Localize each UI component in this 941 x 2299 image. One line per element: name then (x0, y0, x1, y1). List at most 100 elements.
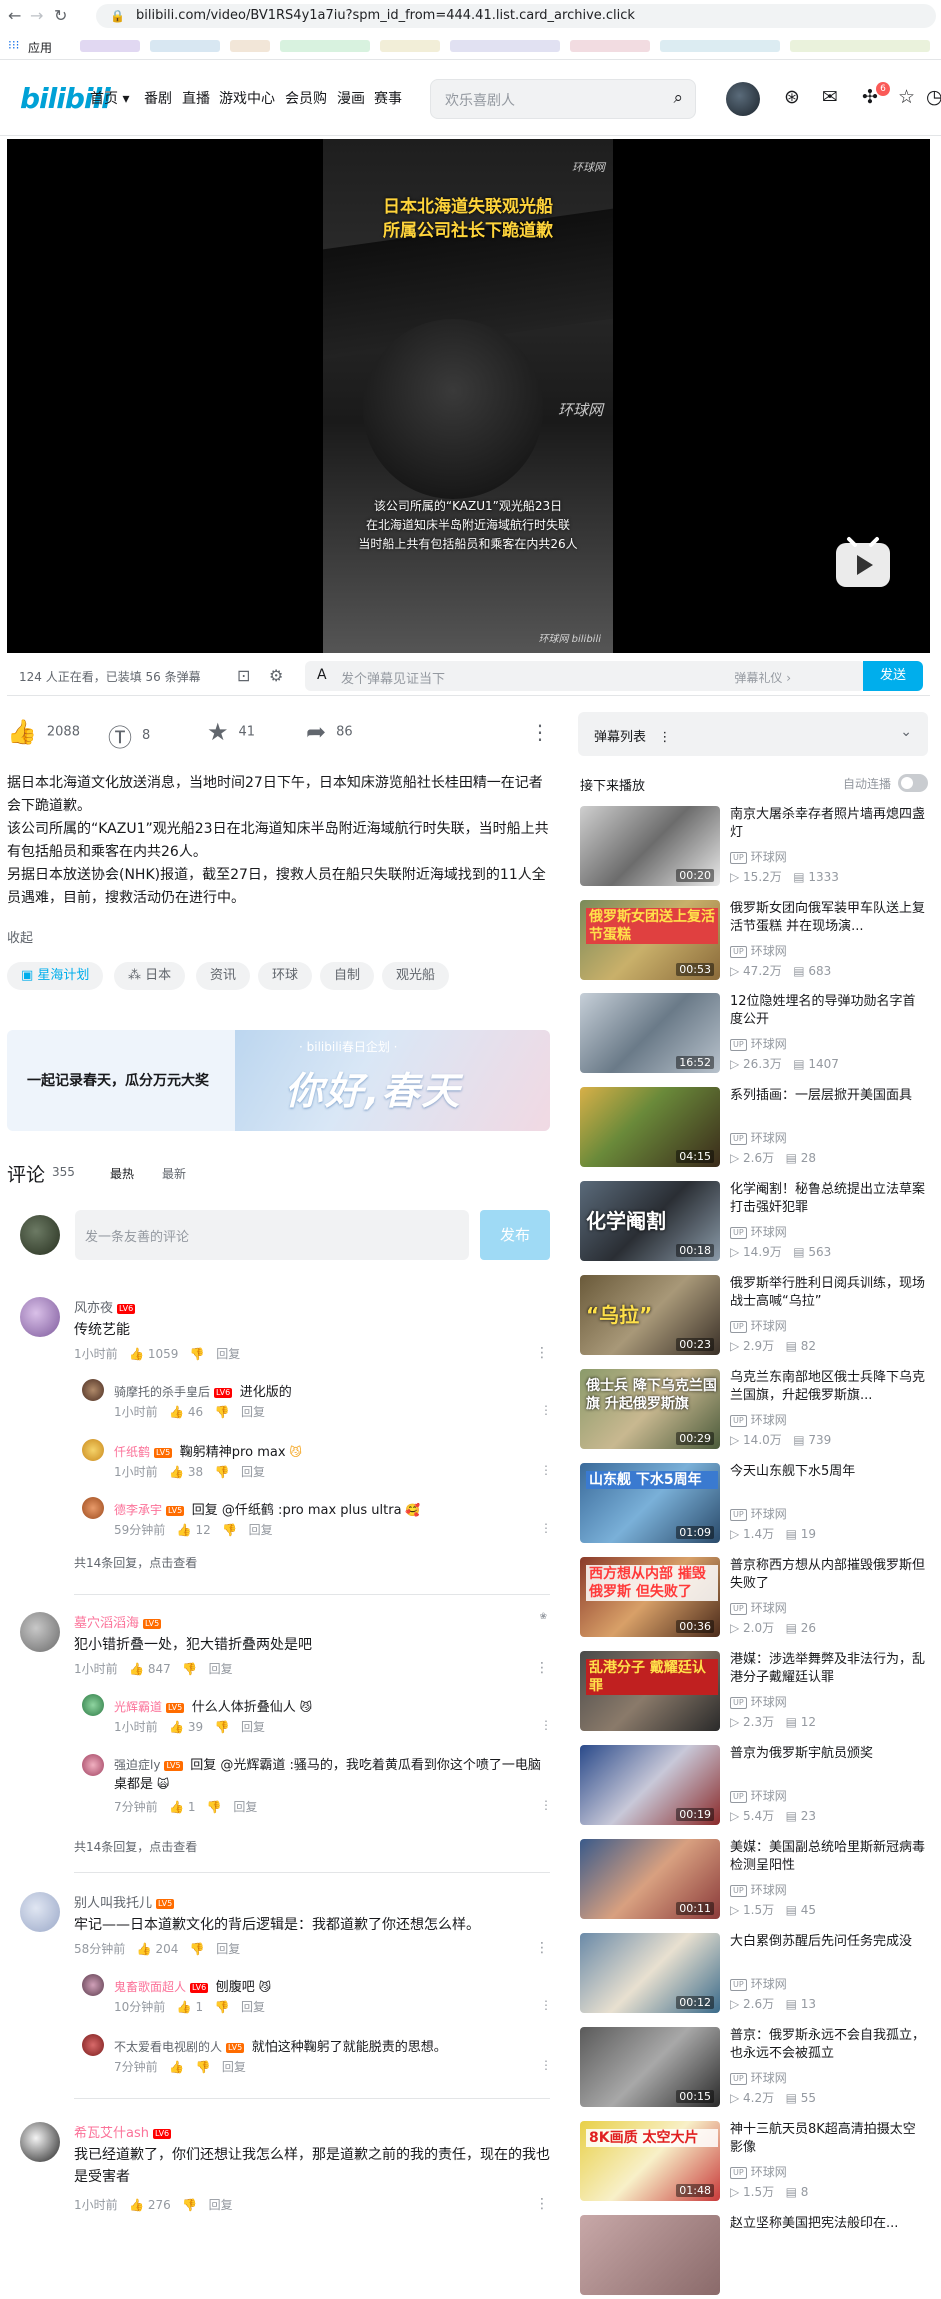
chevron-down-icon[interactable]: ⌄ (900, 724, 912, 740)
avatar[interactable] (82, 1694, 104, 1716)
recommendation-card[interactable]: 16:52 12位隐姓埋名的导弹功勋名字首度公开 UP 环球网 ▷ 26.3万 ▤ 14… (580, 993, 930, 1077)
more-options-icon[interactable]: ⋮ (530, 720, 550, 744)
forward-icon[interactable]: → (30, 6, 43, 25)
recommendation-card[interactable]: 00:15 普京：俄罗斯永远不会自我孤立，也永远不会被孤立 UP 环球网 ▷ 4.2万 … (580, 2027, 930, 2111)
video-thumbnail[interactable]: 山东舰 下水5周年 01:09 (580, 1463, 720, 1543)
recommendation-card[interactable]: 山东舰 下水5周年 01:09 今天山东舰下水5周年 UP 环球网 ▷ 1.4万 ▤ 19 (580, 1463, 930, 1547)
recommendation-card[interactable]: 00:11 美媒：美国副总统哈里斯新冠病毒检测呈阳性 UP 环球网 ▷ 1.5万 ▤ 4… (580, 1839, 930, 1923)
username[interactable]: 希瓦艾什ash LV6 (74, 2122, 172, 2141)
recommendation-card[interactable]: 赵立坚称美国把宪法般印在... (580, 2215, 930, 2299)
uploader-name[interactable]: UP 环球网 (730, 1599, 787, 1616)
uploader-name[interactable]: UP 环球网 (730, 2163, 787, 2180)
recommendation-title[interactable]: 神十三航天员8K超高清拍摄太空影像 (730, 2121, 928, 2157)
comment-input[interactable]: 发一条友善的评论 (75, 1210, 469, 1260)
favorite-button[interactable]: ★ 41 (207, 718, 255, 746)
nav-anime[interactable]: 番剧 (144, 88, 172, 108)
play-icon[interactable] (833, 535, 893, 591)
reply-button[interactable]: 回复 (209, 1662, 233, 1676)
share-button[interactable]: ➦ 86 (306, 718, 353, 746)
recommendation-card[interactable]: “乌拉” 00:23 俄罗斯举行胜利日阅兵训练，现场战士高喊“乌拉” UP 环球网 ▷ 2… (580, 1275, 930, 1359)
apps-grid-icon[interactable]: ⁝⁝⁝ (8, 38, 19, 52)
history-icon[interactable]: ◷ (926, 86, 941, 108)
recommendation-title[interactable]: 美媒：美国副总统哈里斯新冠病毒检测呈阳性 (730, 1839, 928, 1875)
favorite-icon[interactable]: ☆ (898, 86, 915, 108)
video-player[interactable]: 日本北海道失联观光船 所属公司社长下跪道歉 环球网 环球网 该公司所属的“KAZ… (7, 139, 930, 653)
recommendation-title[interactable]: 普京：俄罗斯永远不会自我孤立，也永远不会被孤立 (730, 2027, 928, 2063)
coin-button[interactable]: Ⓣ 8 (108, 718, 150, 753)
username[interactable]: 别人叫我托儿 LV5 (74, 1892, 175, 1911)
uploader-name[interactable]: UP 环球网 (730, 1693, 787, 1710)
recommendation-card[interactable]: 00:12 大白累倒苏醒后先问任务完成没 UP 环球网 ▷ 2.6万 ▤ 13 (580, 1933, 930, 2017)
video-thumbnail[interactable]: 00:12 (580, 1933, 720, 2013)
search-icon[interactable]: ⌕ (673, 88, 683, 108)
uploader-name[interactable]: UP 环球网 (730, 1505, 787, 1522)
bookmark-item[interactable] (570, 40, 650, 52)
danmaku-style-icon[interactable]: A (317, 667, 327, 683)
tag-item[interactable]: 资讯 (196, 962, 251, 990)
tag-item[interactable]: 观光船 (382, 962, 450, 990)
nav-vip-shop[interactable]: 会员购 (285, 88, 327, 108)
more-icon[interactable]: ⋮ (535, 2196, 549, 2212)
avatar[interactable] (20, 1297, 60, 1337)
avatar[interactable] (82, 1379, 104, 1401)
video-frame[interactable]: 日本北海道失联观光船 所属公司社长下跪道歉 环球网 环球网 该公司所属的“KAZ… (323, 139, 613, 653)
avatar[interactable] (82, 1439, 104, 1461)
recommendation-title[interactable]: 乌克兰东南部地区俄士兵降下乌克兰国旗，升起俄罗斯旗... (730, 1369, 928, 1405)
recommendation-card[interactable]: 俄罗斯女团送上复活节蛋糕 00:53 俄罗斯女团向俄军装甲车队送上复活节蛋糕 并在现… (580, 900, 930, 984)
video-thumbnail[interactable]: 西方想从内部 摧毁俄罗斯 但失败了 00:36 (580, 1557, 720, 1637)
more-icon[interactable]: ⋮ (535, 1660, 549, 1676)
bookmark-item[interactable] (150, 40, 220, 52)
recommendation-title[interactable]: 今天山东舰下水5周年 (730, 1463, 928, 1481)
publish-button[interactable]: 发布 (480, 1210, 550, 1260)
reload-icon[interactable]: ↻ (54, 6, 67, 25)
uploader-name[interactable]: UP 环球网 (730, 1881, 787, 1898)
autoplay-toggle[interactable] (898, 774, 928, 792)
recommendation-card[interactable]: 00:20 南京大屠杀幸存者照片墙再熄四盏灯 UP 环球网 ▷ 15.2万 ▤ 1333 (580, 806, 930, 890)
uploader-name[interactable]: UP 环球网 (730, 942, 787, 959)
uploader-name[interactable]: UP 环球网 (730, 1223, 787, 1240)
tag-item[interactable]: ▣ 星海计划 (7, 962, 104, 990)
recommendation-title[interactable]: 化学阉割！秘鲁总统提出立法草案打击强奸犯罪 (730, 1181, 928, 1217)
video-thumbnail[interactable] (580, 2215, 720, 2295)
recommendation-title[interactable]: 港媒：涉选举舞弊及非法行为，乱港分子戴耀廷认罪 (730, 1651, 928, 1687)
recommendation-card[interactable]: 00:19 普京为俄罗斯宇航员颁奖 UP 环球网 ▷ 5.4万 ▤ 23 (580, 1745, 930, 1829)
recommendation-card[interactable]: 乱港分子 戴耀廷认罪 港媒：涉选举舞弊及非法行为，乱港分子戴耀廷认罪 UP 环球网 ▷ … (580, 1651, 930, 1735)
recommendation-title[interactable]: 普京称西方想从内部摧毁俄罗斯但失败了 (730, 1557, 928, 1593)
recommendation-card[interactable]: 西方想从内部 摧毁俄罗斯 但失败了 00:36 普京称西方想从内部摧毁俄罗斯但失败了… (580, 1557, 930, 1641)
uploader-name[interactable]: UP 环球网 (730, 1129, 787, 1146)
search-input[interactable]: 欢乐喜剧人 (445, 90, 515, 110)
sort-hot[interactable]: 最热 (110, 1165, 134, 1182)
bookmark-item[interactable] (660, 40, 780, 52)
video-thumbnail[interactable]: 8K画质 太空大片 01:48 (580, 2121, 720, 2201)
search-box[interactable]: 欢乐喜剧人 ⌕ (430, 79, 696, 119)
avatar[interactable] (82, 2034, 104, 2056)
bookmark-item[interactable] (790, 40, 930, 52)
back-icon[interactable]: ← (8, 6, 21, 25)
avatar[interactable] (82, 1497, 104, 1519)
username[interactable]: 墓穴滔滔海 LV5 (74, 1612, 162, 1631)
bookmark-item[interactable] (80, 40, 140, 52)
view-more-replies[interactable]: 共14条回复，点击查看 (74, 1838, 197, 1855)
username[interactable]: 风亦夜 LV6 (74, 1297, 136, 1316)
more-icon[interactable]: ⋮ (540, 1521, 552, 1535)
video-thumbnail[interactable]: 04:15 (580, 1087, 720, 1167)
collapse-link[interactable]: 收起 (7, 927, 33, 946)
video-thumbnail[interactable]: 00:20 (580, 806, 720, 886)
recommendation-title[interactable]: 俄罗斯女团向俄军装甲车队送上复活节蛋糕 并在现场演... (730, 900, 928, 936)
more-icon[interactable]: ⋮ (540, 1718, 552, 1732)
more-icon[interactable]: ⋮ (540, 1463, 552, 1477)
danmaku-etiquette-link[interactable]: 弹幕礼仪 › (734, 669, 791, 686)
recommendation-card[interactable]: 化学阉割 00:18 化学阉割！秘鲁总统提出立法草案打击强奸犯罪 UP 环球网 ▷ 14.… (580, 1181, 930, 1265)
recommendation-card[interactable]: 俄士兵 降下乌克兰国旗 升起俄罗斯旗 00:29 乌克兰东南部地区俄士兵降下乌克兰国… (580, 1369, 930, 1453)
reply-button[interactable]: 回复 (216, 1942, 240, 1956)
nav-home[interactable]: 首页 ▾ (90, 88, 129, 108)
nav-esports[interactable]: 赛事 (374, 88, 402, 108)
danmaku-send-button[interactable]: 发送 (863, 661, 923, 691)
video-thumbnail[interactable]: 俄士兵 降下乌克兰国旗 升起俄罗斯旗 00:29 (580, 1369, 720, 1449)
avatar[interactable] (20, 1892, 60, 1932)
tag-item[interactable]: 环球 (258, 962, 313, 990)
recommendation-title[interactable]: 12位隐姓埋名的导弹功勋名字首度公开 (730, 993, 928, 1029)
avatar[interactable] (20, 1612, 60, 1652)
recommendation-title[interactable]: 南京大屠杀幸存者照片墙再熄四盏灯 (730, 806, 928, 842)
recommendation-title[interactable]: 普京为俄罗斯宇航员颁奖 (730, 1745, 928, 1763)
